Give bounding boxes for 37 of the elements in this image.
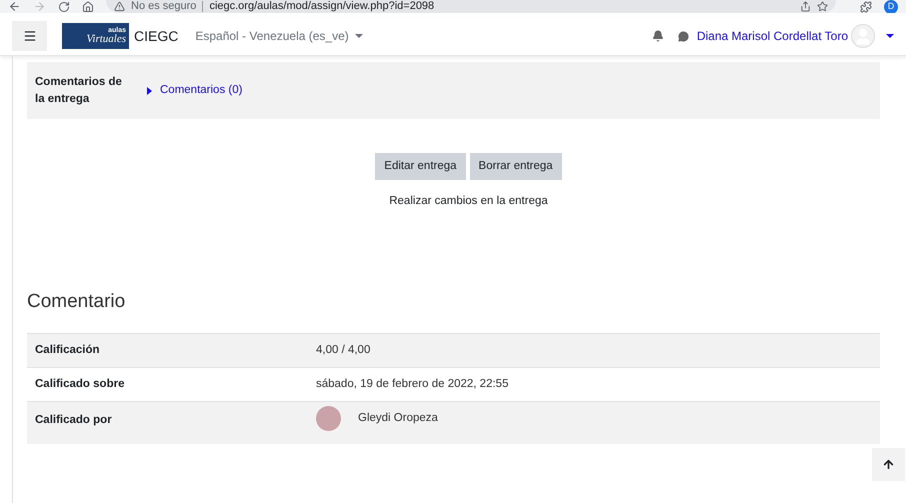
- caret-icon: [354, 34, 363, 38]
- security-label: No es seguro: [131, 1, 196, 12]
- arrow-up-icon: [882, 458, 895, 471]
- reload-icon[interactable]: [58, 0, 70, 12]
- address-bar[interactable]: No es seguro ciegc.org/aulas/mod/assign/view.php?id=2098: [106, 0, 836, 13]
- table-cell-text: Calificado por: [34, 412, 113, 428]
- caret-icon[interactable]: [886, 34, 894, 38]
- menu-button[interactable]: [12, 21, 47, 51]
- back-to-top-button[interactable]: [872, 448, 905, 481]
- user-name[interactable]: Diana Marisol Cordellat Toro: [696, 27, 848, 45]
- table-cell-text: Calificado sobre: [34, 376, 126, 392]
- help-text: Realizar cambios en la entrega: [388, 194, 549, 209]
- profile-avatar[interactable]: D: [884, 0, 898, 13]
- warning-icon: [114, 1, 125, 12]
- url-text: ciegc.org/aulas/mod/assign/view.php?id=2098: [202, 1, 434, 12]
- menu-icon: [22, 29, 36, 43]
- comments-link[interactable]: Comentarios (0): [147, 82, 242, 100]
- user-avatar: [316, 406, 341, 431]
- bookmark-star-icon[interactable]: [817, 1, 828, 12]
- row-label: Comentarios de la entrega: [35, 74, 123, 106]
- triangle-icon: [147, 86, 152, 94]
- language-menu[interactable]: Español - Venezuela (es_ve): [195, 27, 363, 45]
- table-cell-text: sábado, 19 de febrero de 2022, 22:55: [316, 376, 508, 392]
- table-cell-text: 4,00 / 4,00: [316, 342, 370, 358]
- share-icon[interactable]: [800, 1, 811, 12]
- logo-text: Virtuales: [86, 34, 126, 45]
- bell-icon[interactable]: [652, 30, 664, 42]
- table-cell-text: Gleydi Oropeza: [358, 410, 438, 426]
- back-icon[interactable]: [8, 0, 21, 13]
- section-heading: Comentario: [27, 290, 126, 314]
- table-cell-text: Calificación: [34, 342, 101, 358]
- action-button[interactable]: Editar entrega: [375, 153, 466, 180]
- chat-icon[interactable]: [678, 30, 689, 42]
- action-button[interactable]: Borrar entrega: [470, 153, 562, 180]
- home-icon[interactable]: [82, 0, 94, 12]
- extensions-icon[interactable]: [860, 0, 872, 12]
- site-name[interactable]: CIEGC: [134, 26, 178, 46]
